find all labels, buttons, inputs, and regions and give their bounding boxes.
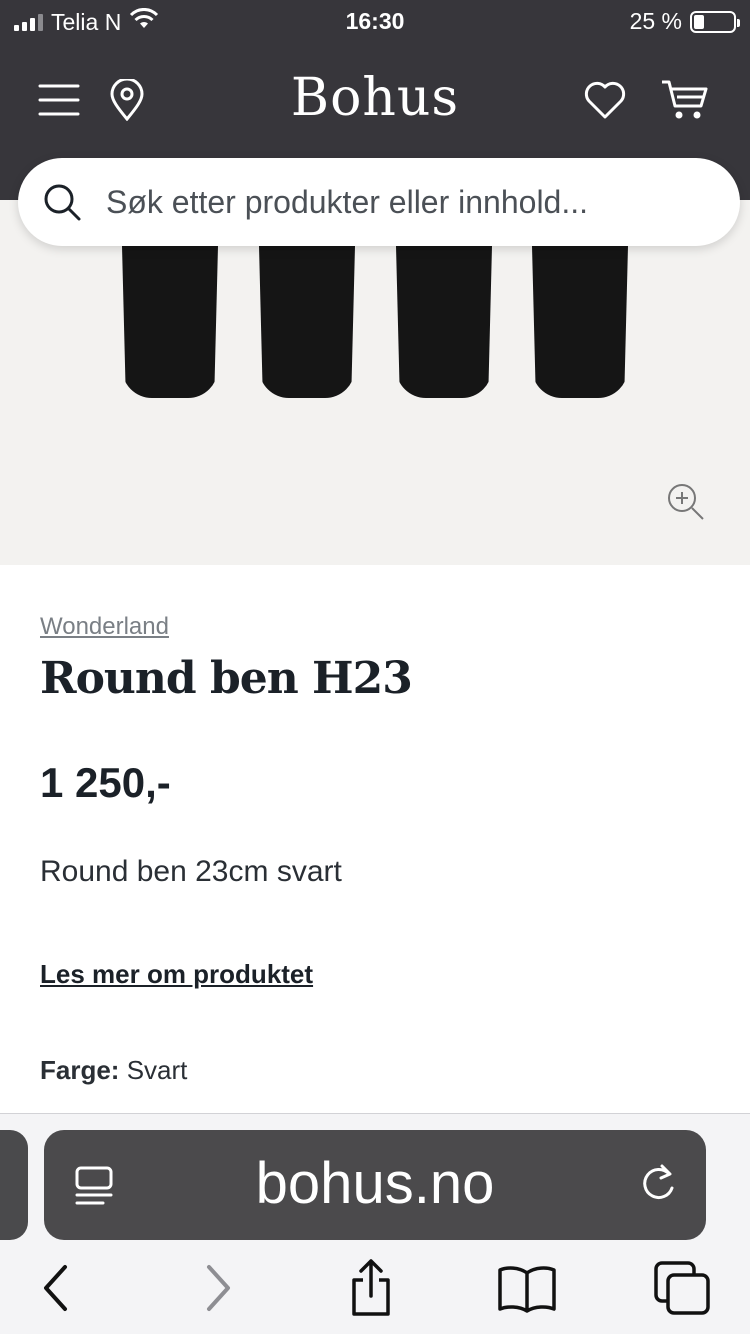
product-leg [122, 246, 218, 398]
address-bar[interactable]: bohus.no [44, 1130, 706, 1240]
heart-icon[interactable] [581, 76, 629, 124]
cart-icon[interactable] [660, 76, 708, 124]
read-more-link[interactable]: Les mer om produktet [40, 959, 313, 990]
share-icon[interactable] [341, 1258, 401, 1318]
tabs-icon[interactable] [652, 1258, 712, 1318]
forward-icon[interactable] [188, 1258, 248, 1318]
product-description: Round ben 23cm svart [40, 855, 342, 888]
product-leg [532, 246, 628, 398]
zoom-in-icon[interactable] [666, 482, 706, 522]
product-image[interactable] [0, 200, 750, 565]
product-leg [259, 246, 355, 398]
bookmarks-icon[interactable] [497, 1258, 557, 1318]
product-title: Round ben H23 [40, 653, 413, 704]
search-icon[interactable] [18, 158, 106, 246]
product-price: 1 250,- [40, 759, 171, 806]
site-logo[interactable]: Bohus [0, 68, 750, 128]
product-leg [396, 246, 492, 398]
color-label: Farge: [40, 1055, 120, 1085]
browser-bottom-bar: bohus.no [0, 1113, 750, 1334]
browser-toolbar [0, 1254, 750, 1324]
search-bar[interactable] [18, 158, 740, 246]
brand-link[interactable]: Wonderland [40, 613, 169, 641]
url-text[interactable]: bohus.no [44, 1150, 706, 1217]
previous-tab-preview[interactable] [0, 1130, 28, 1240]
status-bar: Telia N 16:30 25 % [0, 0, 750, 44]
reload-icon[interactable] [636, 1162, 680, 1206]
search-input[interactable] [106, 183, 706, 221]
battery-icon [690, 10, 740, 33]
color-row: Farge: Svart [40, 1055, 187, 1086]
color-value: Svart [126, 1055, 188, 1085]
battery-percent: 25 % [629, 8, 682, 34]
back-icon[interactable] [26, 1258, 86, 1318]
